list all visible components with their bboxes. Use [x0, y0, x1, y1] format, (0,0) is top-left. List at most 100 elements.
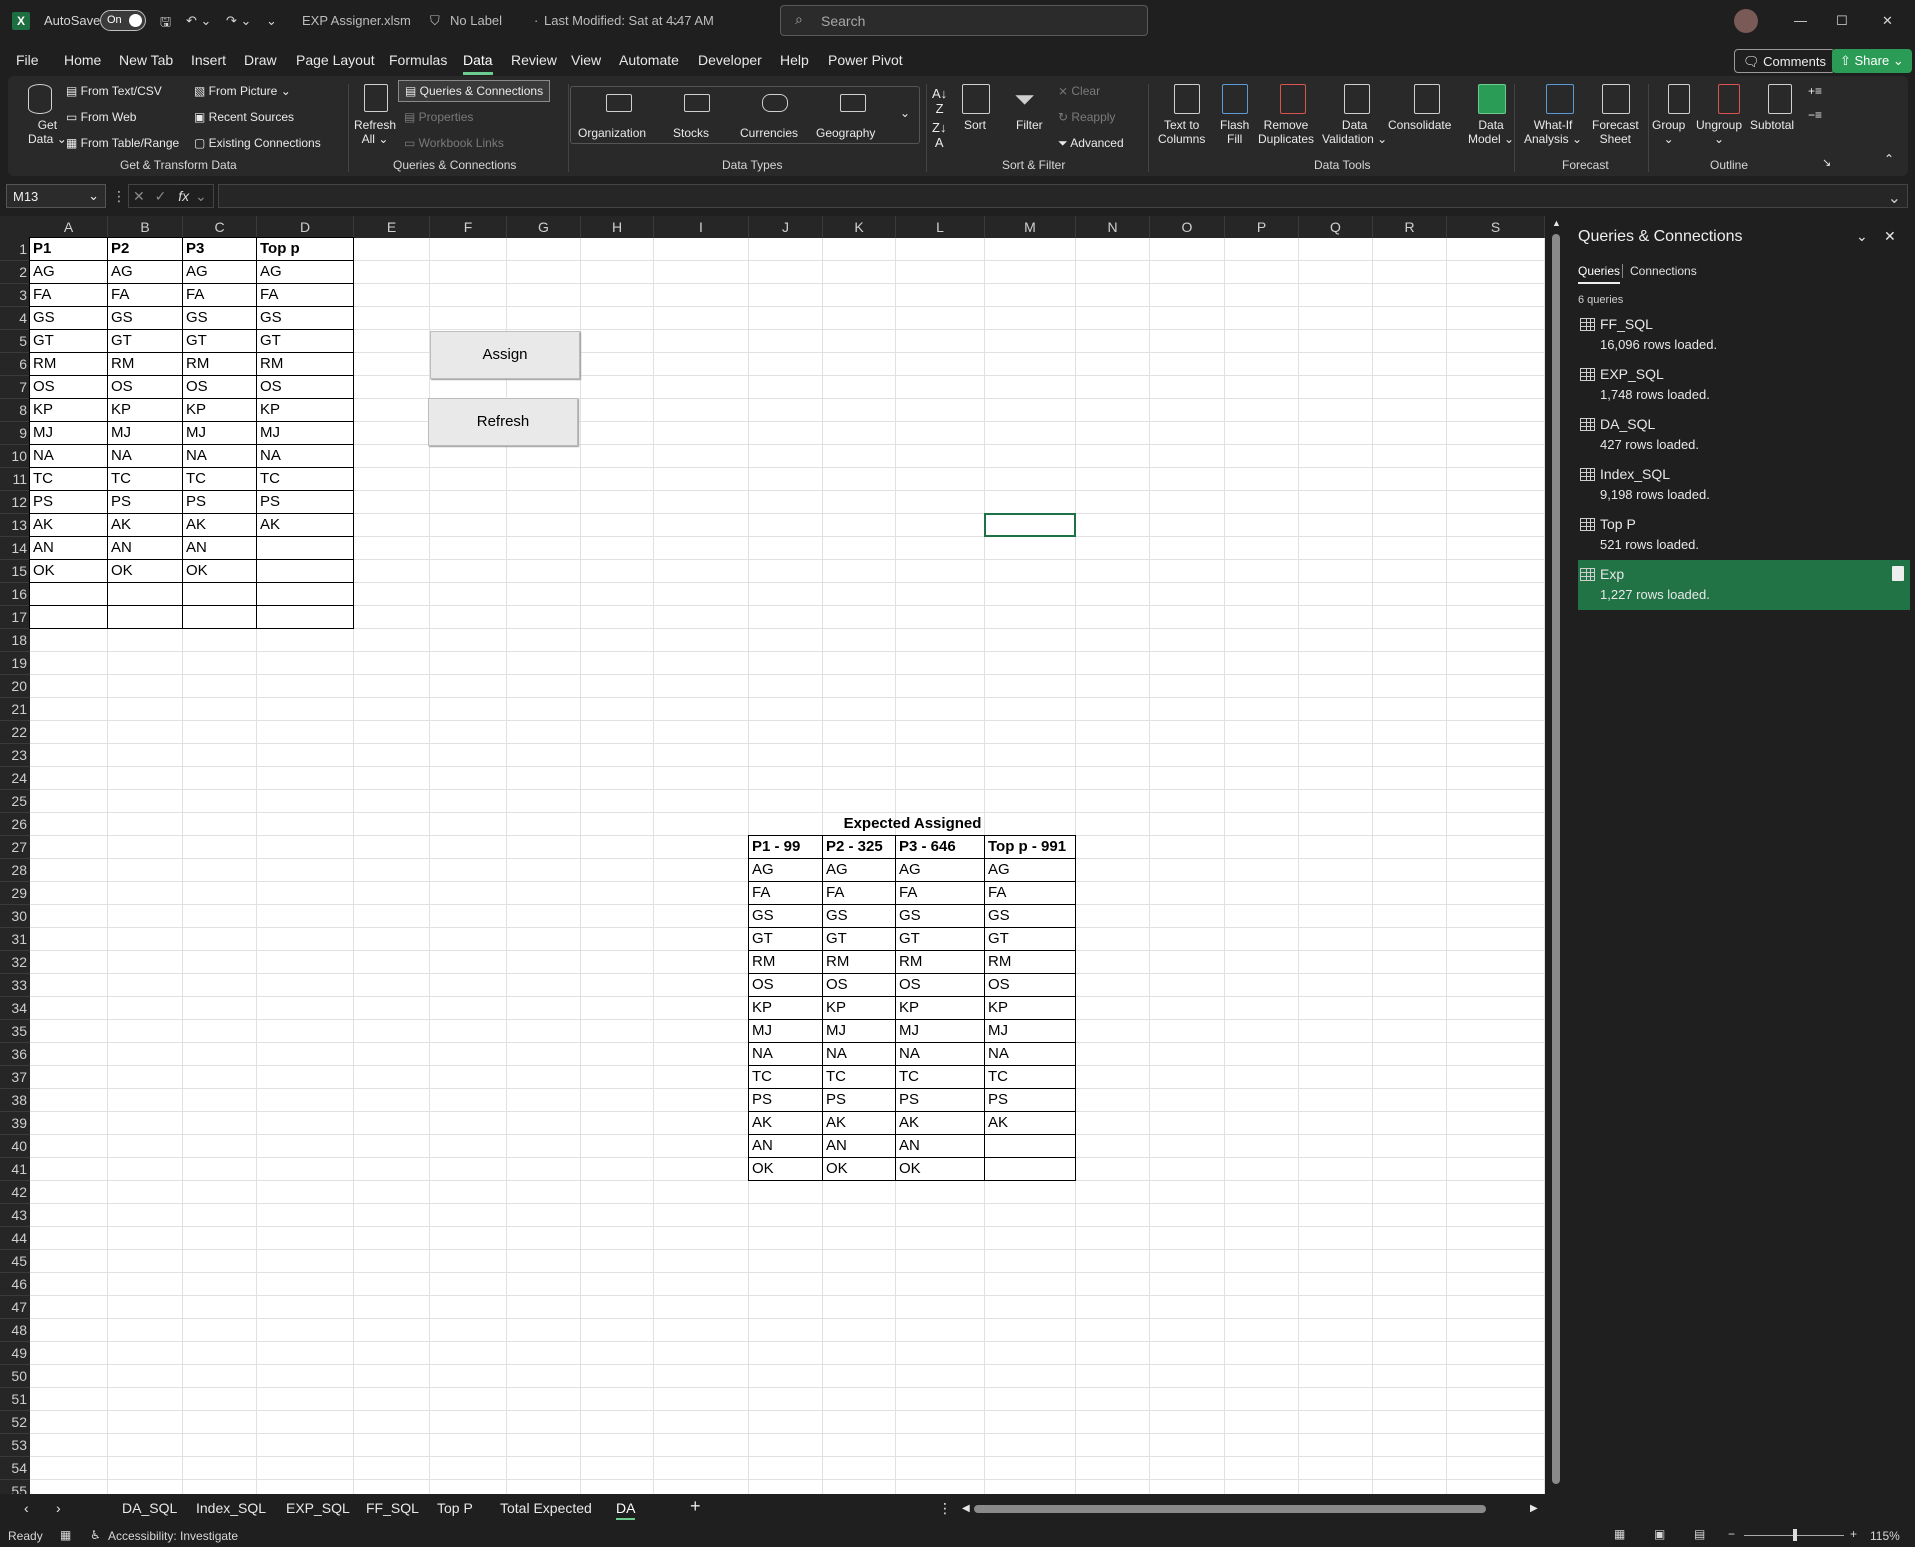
sheet-tab[interactable]: Index_SQL [196, 1500, 266, 1516]
tab-scroll-left-icon[interactable]: ‹ [24, 1500, 29, 1516]
column-header[interactable]: I [654, 216, 749, 238]
table-cell[interactable]: AK [108, 514, 183, 537]
table-cell[interactable]: AN [823, 1135, 896, 1158]
table-cell[interactable]: MJ [30, 422, 108, 445]
table-cell[interactable] [30, 583, 108, 606]
row-header[interactable]: 49 [0, 1342, 30, 1365]
formula-input[interactable]: ⌄ [218, 184, 1908, 208]
row-header[interactable]: 34 [0, 997, 30, 1020]
table-cell[interactable]: GT [257, 330, 354, 353]
table-cell[interactable] [257, 606, 354, 629]
worksheet-grid[interactable]: A B C D E F G H I J K L M N O P Q R S 1 2 3 4 5 6 7 8 9 10 11 12 13 14 15… [0, 216, 1545, 1494]
row-header[interactable]: 10 [0, 445, 30, 468]
row-header[interactable]: 39 [0, 1112, 30, 1135]
row-header[interactable]: 50 [0, 1365, 30, 1388]
assign-button[interactable]: Assign [430, 331, 580, 379]
table-cell[interactable]: OS [823, 974, 896, 997]
what-if-analysis-button[interactable]: What-If Analysis ⌄ [1524, 118, 1582, 146]
table-cell[interactable] [108, 606, 183, 629]
table-header[interactable]: P3 - 646 [896, 836, 985, 859]
table-cell[interactable]: AN [183, 537, 257, 560]
table-cell[interactable]: OS [30, 376, 108, 399]
row-header[interactable]: 26 [0, 813, 30, 836]
table-cell[interactable]: AN [749, 1135, 823, 1158]
table-cell[interactable]: KP [30, 399, 108, 422]
minimize-icon[interactable]: — [1794, 13, 1807, 28]
table-cell[interactable]: AG [183, 261, 257, 284]
row-header[interactable]: 38 [0, 1089, 30, 1112]
table-cell[interactable]: AG [985, 859, 1076, 882]
menu-home[interactable]: Home [64, 52, 101, 68]
table-cell[interactable]: RM [985, 951, 1076, 974]
row-header[interactable]: 6 [0, 353, 30, 376]
menu-help[interactable]: Help [780, 52, 809, 68]
menu-insert[interactable]: Insert [191, 52, 226, 68]
consolidate-button[interactable]: Consolidate [1388, 118, 1451, 132]
table-cell[interactable]: FA [257, 284, 354, 307]
table-cell[interactable]: GS [183, 307, 257, 330]
row-header[interactable]: 32 [0, 951, 30, 974]
table-cell[interactable]: GS [823, 905, 896, 928]
table-cell[interactable]: AK [183, 514, 257, 537]
pane-options-icon[interactable]: ⌄ [1856, 228, 1868, 245]
last-modified[interactable]: Last Modified: Sat at 4:47 AM [544, 13, 714, 28]
menu-draw[interactable]: Draw [244, 52, 277, 68]
column-header[interactable]: O [1150, 216, 1225, 238]
row-header[interactable]: 42 [0, 1181, 30, 1204]
table-cell[interactable]: OS [257, 376, 354, 399]
comments-button[interactable]: 🗨 Comments [1734, 49, 1835, 73]
table-cell[interactable]: RM [749, 951, 823, 974]
table-cell[interactable]: GS [749, 905, 823, 928]
table-cell[interactable]: TC [749, 1066, 823, 1089]
query-name[interactable]: Exp [1600, 566, 1624, 582]
column-header[interactable]: R [1373, 216, 1447, 238]
properties-button[interactable]: ▤ Properties [404, 110, 473, 124]
table-cell[interactable]: FA [749, 882, 823, 905]
pane-close-icon[interactable]: ✕ [1884, 228, 1896, 245]
table-cell[interactable]: RM [183, 353, 257, 376]
row-header[interactable]: 9 [0, 422, 30, 445]
table-cell[interactable]: TC [183, 468, 257, 491]
table-cell[interactable]: MJ [749, 1020, 823, 1043]
autosave-toggle[interactable]: On [100, 10, 146, 31]
menu-formulas[interactable]: Formulas [389, 52, 447, 68]
from-table-range-button[interactable]: ▦ From Table/Range [66, 136, 179, 150]
row-header[interactable]: 22 [0, 721, 30, 744]
table-cell[interactable]: TC [108, 468, 183, 491]
subtotal-button[interactable]: Subtotal [1750, 118, 1794, 132]
column-header[interactable]: H [581, 216, 654, 238]
existing-connections-button[interactable]: ▢ Existing Connections [194, 136, 321, 150]
sensitivity-label[interactable]: No Label [450, 13, 502, 28]
table-cell[interactable]: GT [183, 330, 257, 353]
table-cell[interactable]: AG [30, 261, 108, 284]
menu-page-layout[interactable]: Page Layout [296, 52, 375, 68]
row-header[interactable]: 33 [0, 974, 30, 997]
table-header[interactable]: Top p - 991 [985, 836, 1076, 859]
row-header[interactable]: 35 [0, 1020, 30, 1043]
table-cell[interactable]: GT [896, 928, 985, 951]
table-cell[interactable] [985, 1158, 1076, 1181]
data-model-button[interactable]: Data Model ⌄ [1468, 118, 1514, 146]
row-header[interactable]: 27 [0, 836, 30, 859]
horizontal-scrollbar[interactable] [974, 1505, 1486, 1513]
sheet-tab[interactable]: Total Expected [500, 1500, 592, 1516]
table-cell[interactable]: AN [108, 537, 183, 560]
active-cell[interactable] [984, 513, 1076, 537]
normal-view-icon[interactable]: ▦ [1614, 1527, 1625, 1541]
row-header[interactable]: 31 [0, 928, 30, 951]
tab-queries[interactable]: Queries [1578, 264, 1621, 284]
table-cell[interactable]: PS [896, 1089, 985, 1112]
table-header[interactable]: P1 - 99 [749, 836, 823, 859]
table-cell[interactable]: TC [257, 468, 354, 491]
row-header[interactable]: 7 [0, 376, 30, 399]
table-cell[interactable]: MJ [823, 1020, 896, 1043]
table-cell[interactable]: AK [257, 514, 354, 537]
currencies-button[interactable]: Currencies [740, 126, 798, 140]
menu-power-pivot[interactable]: Power Pivot [828, 52, 903, 68]
table-cell[interactable]: GS [257, 307, 354, 330]
column-header[interactable]: B [108, 216, 183, 238]
collapse-ribbon-icon[interactable]: ⌃ [1884, 152, 1894, 166]
workbook-links-button[interactable]: ▭ Workbook Links [404, 136, 504, 150]
data-types-expand-icon[interactable]: ⌄ [900, 106, 910, 120]
add-sheet-icon[interactable]: + [690, 1496, 701, 1517]
